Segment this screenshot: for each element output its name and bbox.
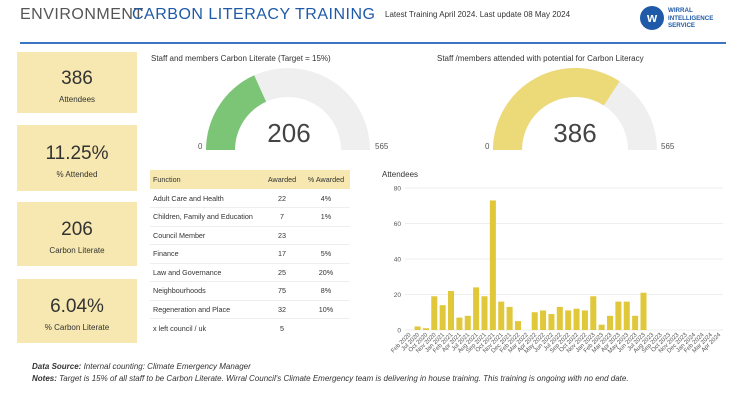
bar [540, 310, 547, 330]
bar [590, 296, 597, 330]
gauge-max: 565 [661, 142, 675, 151]
kpi-label: Attendees [58, 95, 96, 104]
bar [481, 296, 488, 330]
bar [473, 287, 480, 330]
kpi-label: Carbon Literate [49, 246, 105, 255]
table-row[interactable]: Council Member 23 [150, 226, 350, 245]
column-header-function[interactable]: Function [150, 170, 262, 189]
bar [607, 315, 614, 330]
bar [448, 290, 455, 330]
notes-text: Notes: Target is 15% of all staff to be … [32, 374, 629, 383]
bar [640, 292, 647, 330]
kpi-card-attendees: 386 Attendees [17, 52, 137, 113]
bar [439, 305, 446, 330]
bar [414, 326, 421, 330]
table-row[interactable]: Law and Governance 25 20% [150, 263, 350, 282]
attendees-bar-chart: 020406080Feb 2020Jul 2020Oct 2020Nov 202… [390, 186, 723, 355]
gauge-min: 0 [198, 142, 203, 151]
bar [531, 312, 538, 330]
column-header-awarded[interactable]: Awarded [262, 170, 302, 189]
page-title: CARBON LITERACY TRAINING [132, 6, 376, 23]
gauge-attended-title: Staff /members attended with potential f… [437, 54, 644, 63]
section-label: ENVIRONMENT [20, 6, 144, 23]
table-row[interactable]: Regeneration and Place 32 10% [150, 300, 350, 319]
bar [615, 301, 622, 330]
bar [506, 306, 513, 330]
bar [489, 200, 496, 330]
gauge-carbon-literate-title: Staff and members Carbon Literate (Targe… [151, 54, 331, 63]
bar [431, 296, 438, 330]
y-tick-label: 60 [394, 221, 402, 228]
gauge-carbon-literate-value: 206 [267, 118, 311, 148]
gauge-max: 565 [375, 142, 389, 151]
kpi-value: 11.25% [45, 143, 109, 164]
kpi-value: 206 [61, 219, 93, 240]
kpi-card-percent-carbon-literate: 6.04% % Carbon Literate [17, 279, 137, 343]
table-row[interactable]: Adult Care and Health 22 4% [150, 189, 350, 208]
kpi-label: % Carbon Literate [44, 323, 110, 332]
data-source-note: Data Source: Internal counting: Climate … [32, 362, 251, 371]
wirral-intelligence-logo: w WIRRAL INTELLIGENCE SERVICE [640, 4, 726, 34]
bar [581, 310, 588, 330]
bar [498, 301, 505, 330]
bar [573, 308, 580, 330]
table-row[interactable]: Children, Family and Education 7 1% [150, 207, 350, 227]
table-row[interactable]: Neighbourhoods 75 8% [150, 281, 350, 301]
gauge-attended-value: 386 [553, 118, 597, 148]
y-tick-label: 40 [394, 257, 402, 264]
bar [514, 321, 521, 330]
bar [623, 301, 630, 330]
kpi-card-percent-attended: 11.25% % Attended [17, 125, 137, 191]
bar [565, 310, 572, 330]
kpi-value: 6.04% [50, 296, 104, 317]
y-tick-label: 20 [394, 292, 402, 299]
logo-text: WIRRAL INTELLIGENCE SERVICE [668, 7, 714, 29]
bar [632, 315, 639, 330]
bar [548, 314, 555, 330]
chart-title: Attendees [382, 170, 419, 179]
kpi-label: % Attended [56, 170, 98, 179]
bar [598, 324, 605, 330]
table-header-row: Function Awarded % Awarded [150, 170, 350, 189]
table-row[interactable]: x left council / uk 5 [150, 319, 350, 338]
column-header-percent-awarded[interactable]: % Awarded [302, 170, 350, 189]
bar [456, 317, 463, 330]
y-tick-label: 80 [394, 186, 402, 193]
logo-icon: w [640, 6, 664, 30]
table-row[interactable]: Finance 17 5% [150, 244, 350, 264]
footnotes: Data Source: Internal counting: Climate … [32, 361, 732, 385]
header-divider [20, 42, 726, 44]
bar [556, 306, 563, 330]
gauge-min: 0 [485, 142, 490, 151]
update-note: Latest Training April 2024. Last update … [385, 10, 571, 19]
bar [422, 328, 429, 330]
y-tick-label: 0 [397, 328, 401, 335]
header: ENVIRONMENT CARBON LITERACY TRAINING Lat… [0, 0, 744, 44]
kpi-value: 386 [61, 68, 93, 89]
kpi-card-carbon-literate: 206 Carbon Literate [17, 202, 137, 266]
bar [464, 315, 471, 330]
function-table: Function Awarded % Awarded Adult Care an… [150, 170, 350, 337]
